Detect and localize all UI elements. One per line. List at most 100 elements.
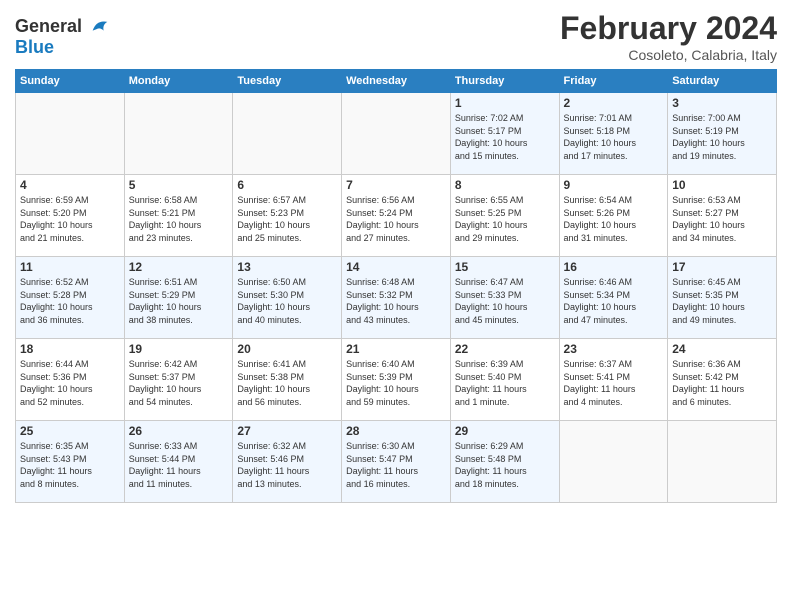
title-block: February 2024 Cosoleto, Calabria, Italy: [560, 10, 777, 63]
calendar-day-cell: 26 Sunrise: 6:33 AMSunset: 5:44 PMDayligh…: [124, 421, 233, 503]
calendar-day-cell: 1Sunrise: 7:02 AMSunset: 5:17 PMDaylight…: [450, 93, 559, 175]
day-info: Sunrise: 7:00 AMSunset: 5:19 PMDaylight:…: [672, 112, 772, 162]
day-info: Sunrise: 6:53 AMSunset: 5:27 PMDaylight:…: [672, 194, 772, 244]
calendar-day-cell: 18 Sunrise: 6:44 AMSunset: 5:36 PMDayligh…: [16, 339, 125, 421]
day-info: Sunrise: 6:51 AMSunset: 5:29 PMDaylight:…: [129, 276, 229, 326]
logo-general: General: [15, 16, 82, 36]
day-info: Sunrise: 6:50 AMSunset: 5:30 PMDaylight:…: [237, 276, 337, 326]
weekday-header-cell: Wednesday: [342, 70, 451, 93]
day-number: 17: [672, 260, 772, 274]
day-number: 9: [564, 178, 664, 192]
day-info: Sunrise: 6:45 AMSunset: 5:35 PMDaylight:…: [672, 276, 772, 326]
day-number: 10: [672, 178, 772, 192]
day-info: Sunrise: 6:36 AMSunset: 5:42 PMDaylight:…: [672, 358, 772, 408]
calendar-week-row: 1Sunrise: 7:02 AMSunset: 5:17 PMDaylight…: [16, 93, 777, 175]
calendar-day-cell: 4Sunrise: 6:59 AMSunset: 5:20 PMDaylight…: [16, 175, 125, 257]
day-number: 4: [20, 178, 120, 192]
day-number: 13: [237, 260, 337, 274]
calendar-day-cell: 14 Sunrise: 6:48 AMSunset: 5:32 PMDayligh…: [342, 257, 451, 339]
day-info: Sunrise: 6:32 AMSunset: 5:46 PMDaylight:…: [237, 440, 337, 490]
calendar-day-cell: 8 Sunrise: 6:55 AMSunset: 5:25 PMDaylight…: [450, 175, 559, 257]
day-info: Sunrise: 6:35 AMSunset: 5:43 PMDaylight:…: [20, 440, 120, 490]
logo-blue: Blue: [15, 38, 111, 58]
weekday-header-cell: Friday: [559, 70, 668, 93]
day-info: Sunrise: 6:37 AMSunset: 5:41 PMDaylight:…: [564, 358, 664, 408]
day-number: 18: [20, 342, 120, 356]
calendar-day-cell: 19 Sunrise: 6:42 AMSunset: 5:37 PMDayligh…: [124, 339, 233, 421]
calendar-week-row: 18 Sunrise: 6:44 AMSunset: 5:36 PMDayligh…: [16, 339, 777, 421]
calendar-day-cell: [668, 421, 777, 503]
day-info: Sunrise: 6:55 AMSunset: 5:25 PMDaylight:…: [455, 194, 555, 244]
calendar-day-cell: 10 Sunrise: 6:53 AMSunset: 5:27 PMDayligh…: [668, 175, 777, 257]
calendar-day-cell: 22 Sunrise: 6:39 AMSunset: 5:40 PMDayligh…: [450, 339, 559, 421]
day-number: 16: [564, 260, 664, 274]
calendar-day-cell: 16 Sunrise: 6:46 AMSunset: 5:34 PMDayligh…: [559, 257, 668, 339]
logo-bird-icon: [89, 16, 111, 38]
calendar-day-cell: 11Sunrise: 6:52 AMSunset: 5:28 PMDayligh…: [16, 257, 125, 339]
day-number: 8: [455, 178, 555, 192]
day-number: 11: [20, 260, 120, 274]
calendar-day-cell: 24 Sunrise: 6:36 AMSunset: 5:42 PMDayligh…: [668, 339, 777, 421]
calendar-week-row: 11Sunrise: 6:52 AMSunset: 5:28 PMDayligh…: [16, 257, 777, 339]
calendar-week-row: 4Sunrise: 6:59 AMSunset: 5:20 PMDaylight…: [16, 175, 777, 257]
location: Cosoleto, Calabria, Italy: [560, 47, 777, 63]
calendar-day-cell: [124, 93, 233, 175]
day-number: 26: [129, 424, 229, 438]
day-number: 22: [455, 342, 555, 356]
calendar-day-cell: [559, 421, 668, 503]
day-info: Sunrise: 6:29 AMSunset: 5:48 PMDaylight:…: [455, 440, 555, 490]
calendar-day-cell: 12Sunrise: 6:51 AMSunset: 5:29 PMDayligh…: [124, 257, 233, 339]
day-info: Sunrise: 6:56 AMSunset: 5:24 PMDaylight:…: [346, 194, 446, 244]
day-number: 14: [346, 260, 446, 274]
weekday-header-cell: Sunday: [16, 70, 125, 93]
day-info: Sunrise: 7:01 AMSunset: 5:18 PMDaylight:…: [564, 112, 664, 162]
calendar-day-cell: 6 Sunrise: 6:57 AMSunset: 5:23 PMDaylight…: [233, 175, 342, 257]
weekday-header-cell: Tuesday: [233, 70, 342, 93]
calendar-week-row: 25 Sunrise: 6:35 AMSunset: 5:43 PMDayligh…: [16, 421, 777, 503]
day-info: Sunrise: 6:57 AMSunset: 5:23 PMDaylight:…: [237, 194, 337, 244]
day-number: 15: [455, 260, 555, 274]
calendar-day-cell: 17 Sunrise: 6:45 AMSunset: 5:35 PMDayligh…: [668, 257, 777, 339]
weekday-header-row: SundayMondayTuesdayWednesdayThursdayFrid…: [16, 70, 777, 93]
weekday-header-cell: Monday: [124, 70, 233, 93]
calendar-day-cell: 2Sunrise: 7:01 AMSunset: 5:18 PMDaylight…: [559, 93, 668, 175]
weekday-header-cell: Thursday: [450, 70, 559, 93]
calendar-day-cell: 13 Sunrise: 6:50 AMSunset: 5:30 PMDayligh…: [233, 257, 342, 339]
day-info: Sunrise: 6:41 AMSunset: 5:38 PMDaylight:…: [237, 358, 337, 408]
day-info: Sunrise: 6:39 AMSunset: 5:40 PMDaylight:…: [455, 358, 555, 408]
calendar-container: General Blue February 2024 Cosoleto, Cal…: [0, 0, 792, 513]
day-info: Sunrise: 6:33 AMSunset: 5:44 PMDaylight:…: [129, 440, 229, 490]
day-number: 21: [346, 342, 446, 356]
day-number: 19: [129, 342, 229, 356]
calendar-day-cell: [342, 93, 451, 175]
day-info: Sunrise: 6:42 AMSunset: 5:37 PMDaylight:…: [129, 358, 229, 408]
day-info: Sunrise: 6:48 AMSunset: 5:32 PMDaylight:…: [346, 276, 446, 326]
weekday-header-cell: Saturday: [668, 70, 777, 93]
calendar-day-cell: 20Sunrise: 6:41 AMSunset: 5:38 PMDayligh…: [233, 339, 342, 421]
day-number: 5: [129, 178, 229, 192]
calendar-body: 1Sunrise: 7:02 AMSunset: 5:17 PMDaylight…: [16, 93, 777, 503]
calendar-day-cell: 29Sunrise: 6:29 AMSunset: 5:48 PMDayligh…: [450, 421, 559, 503]
calendar-day-cell: 28Sunrise: 6:30 AMSunset: 5:47 PMDayligh…: [342, 421, 451, 503]
day-number: 3: [672, 96, 772, 110]
day-info: Sunrise: 6:47 AMSunset: 5:33 PMDaylight:…: [455, 276, 555, 326]
day-info: Sunrise: 6:46 AMSunset: 5:34 PMDaylight:…: [564, 276, 664, 326]
day-number: 28: [346, 424, 446, 438]
day-info: Sunrise: 7:02 AMSunset: 5:17 PMDaylight:…: [455, 112, 555, 162]
calendar-day-cell: 5 Sunrise: 6:58 AMSunset: 5:21 PMDaylight…: [124, 175, 233, 257]
day-info: Sunrise: 6:44 AMSunset: 5:36 PMDaylight:…: [20, 358, 120, 408]
day-number: 6: [237, 178, 337, 192]
day-info: Sunrise: 6:58 AMSunset: 5:21 PMDaylight:…: [129, 194, 229, 244]
logo: General Blue: [15, 16, 111, 58]
day-info: Sunrise: 6:40 AMSunset: 5:39 PMDaylight:…: [346, 358, 446, 408]
calendar-day-cell: 23Sunrise: 6:37 AMSunset: 5:41 PMDayligh…: [559, 339, 668, 421]
calendar-day-cell: [16, 93, 125, 175]
calendar-day-cell: 15 Sunrise: 6:47 AMSunset: 5:33 PMDayligh…: [450, 257, 559, 339]
header: General Blue February 2024 Cosoleto, Cal…: [15, 10, 777, 63]
day-info: Sunrise: 6:54 AMSunset: 5:26 PMDaylight:…: [564, 194, 664, 244]
day-number: 7: [346, 178, 446, 192]
day-number: 24: [672, 342, 772, 356]
day-number: 27: [237, 424, 337, 438]
calendar-day-cell: 3 Sunrise: 7:00 AMSunset: 5:19 PMDaylight…: [668, 93, 777, 175]
day-number: 25: [20, 424, 120, 438]
